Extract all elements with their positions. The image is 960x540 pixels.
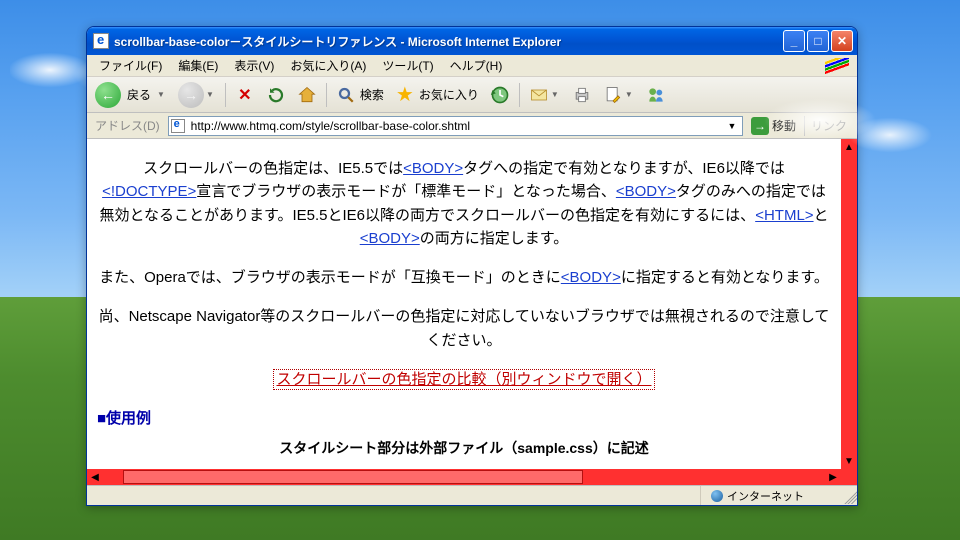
maximize-button[interactable]: □ [807,30,829,52]
horizontal-scrollbar[interactable]: ◀ ▶ [87,469,857,485]
url-input[interactable] [189,118,720,134]
link-doctype[interactable]: <!DOCTYPE> [102,183,196,200]
page-icon [171,119,185,133]
paragraph-2: また、Operaでは、ブラウザの表示モードが「互換モード」のときに<BODY>に… [97,266,831,289]
toolbar: ← 戻る ▼ → ▼ ✕ 検索 ★ お気に入り ▼ ▼ [87,77,857,113]
compare-link[interactable]: スクロールバーの色指定の比較（別ウィンドウで開く） [273,369,654,390]
mail-button[interactable]: ▼ [525,81,565,109]
separator [225,83,226,107]
link-body[interactable]: <BODY> [561,269,621,286]
separator [519,83,520,107]
back-button[interactable]: ← 戻る ▼ [91,81,171,109]
scroll-down-arrow[interactable]: ▼ [841,453,857,469]
edit-button[interactable]: ▼ [599,81,639,109]
scroll-up-arrow[interactable]: ▲ [841,139,857,155]
menu-file[interactable]: ファイル(F) [91,55,170,76]
forward-button[interactable]: → ▼ [174,81,220,109]
minimize-button[interactable]: _ [783,30,805,52]
chevron-down-icon[interactable]: ▼ [155,90,167,99]
separator [326,83,327,107]
resize-grip[interactable] [841,488,857,504]
scroll-track[interactable] [841,155,857,453]
messenger-icon [646,85,666,105]
scroll-left-arrow[interactable]: ◀ [87,469,103,485]
scroll-thumb[interactable] [123,470,583,484]
link-body[interactable]: <BODY> [360,230,420,247]
history-icon [490,85,510,105]
home-icon [297,85,317,105]
link-html[interactable]: <HTML> [755,207,813,224]
home-button[interactable] [293,81,321,109]
mail-icon [529,85,549,105]
menu-help[interactable]: ヘルプ(H) [442,55,511,76]
status-panel [87,486,701,505]
search-icon [336,85,356,105]
close-button[interactable]: ✕ [831,30,853,52]
address-bar: アドレス(D) ▼ → 移動 リンク [87,113,857,139]
chevron-down-icon[interactable]: ▼ [204,90,216,99]
refresh-icon [266,85,286,105]
compare-link-row: スクロールバーの色指定の比較（別ウィンドウで開く） [97,368,831,391]
browser-window: scrollbar-base-color－スタイルシートリファレンス - Mic… [86,26,858,506]
link-body[interactable]: <BODY> [616,183,676,200]
history-button[interactable] [486,81,514,109]
refresh-button[interactable] [262,81,290,109]
menu-view[interactable]: 表示(V) [226,55,282,76]
menu-tools[interactable]: ツール(T) [374,55,441,76]
vertical-scrollbar[interactable]: ▲ ▼ [841,139,857,469]
stop-button[interactable]: ✕ [231,81,259,109]
usage-heading: ■使用例 [97,407,831,430]
chevron-down-icon[interactable]: ▼ [623,90,635,99]
page-body[interactable]: スクロールバーの色指定は、IE5.5では<BODY>タグへの指定で有効となります… [87,139,841,469]
print-icon [572,85,592,105]
globe-icon [711,490,723,502]
menu-favorites[interactable]: お気に入り(A) [282,55,374,76]
scroll-corner [841,469,857,485]
links-label[interactable]: リンク [804,116,853,136]
link-body[interactable]: <BODY> [403,160,463,177]
menubar: ファイル(F) 編集(E) 表示(V) お気に入り(A) ツール(T) ヘルプ(… [87,55,857,77]
security-zone[interactable]: インターネット [701,488,841,504]
address-label: アドレス(D) [91,117,164,134]
favorites-button[interactable]: ★ お気に入り [391,81,483,109]
chevron-down-icon[interactable]: ▼ [549,90,561,99]
go-button[interactable]: → 移動 [747,116,800,136]
paragraph-3: 尚、Netscape Navigator等のスクロールバーの色指定に対応していな… [97,305,831,352]
go-arrow-icon: → [751,117,769,135]
statusbar: インターネット [87,485,857,505]
ie-throbber-icon [819,55,855,77]
stop-icon: ✕ [235,85,255,105]
menu-edit[interactable]: 編集(E) [170,55,226,76]
star-icon: ★ [395,85,415,105]
print-button[interactable] [568,81,596,109]
address-dropdown-icon[interactable]: ▼ [724,121,740,131]
address-field[interactable]: ▼ [168,116,743,136]
messenger-button[interactable] [642,81,670,109]
paragraph-1: スクロールバーの色指定は、IE5.5では<BODY>タグへの指定で有効となります… [97,157,831,250]
scroll-track[interactable] [103,469,825,485]
scroll-right-arrow[interactable]: ▶ [825,469,841,485]
titlebar[interactable]: scrollbar-base-color－スタイルシートリファレンス - Mic… [87,27,857,55]
content-area: スクロールバーの色指定は、IE5.5では<BODY>タグへの指定で有効となります… [87,139,857,469]
ie-icon [93,33,109,49]
example-caption: スタイルシート部分は外部ファイル（sample.css）に記述 [97,438,831,460]
window-title: scrollbar-base-color－スタイルシートリファレンス - Mic… [114,33,778,50]
edit-icon [603,85,623,105]
search-button[interactable]: 検索 [332,81,388,109]
